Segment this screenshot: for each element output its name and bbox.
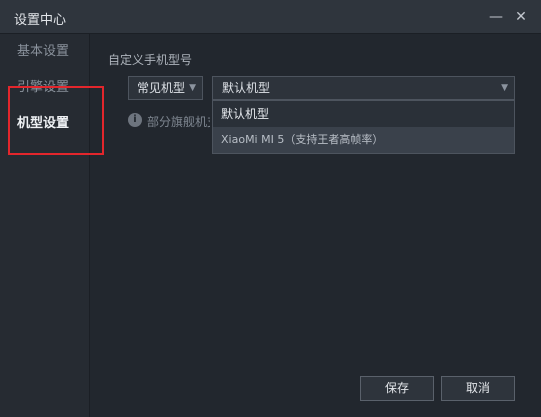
window-title: 设置中心	[14, 13, 67, 28]
chevron-down-icon: ▼	[501, 83, 508, 93]
sidebar-item-model-settings[interactable]: 机型设置	[0, 106, 89, 142]
model-type-select[interactable]: 常见机型 ▼	[128, 76, 203, 100]
dropdown-option-xiaomi-mi5[interactable]: XiaoMi MI 5（支持王者高帧率）	[213, 127, 514, 153]
section-label: 自定义手机型号	[108, 53, 193, 67]
info-text: 部分旗舰机支持	[147, 115, 210, 129]
model-dropdown-list: 默认机型 XiaoMi MI 5（支持王者高帧率）	[212, 100, 515, 154]
model-select-value: 默认机型	[222, 81, 271, 95]
sidebar-item-label: 基本设置	[17, 44, 70, 59]
minimize-icon[interactable]: —	[486, 7, 506, 27]
sidebar: 基本设置 引擎设置 机型设置	[0, 34, 90, 417]
dropdown-option-default[interactable]: 默认机型	[213, 101, 514, 127]
close-icon[interactable]: ✕	[511, 7, 531, 27]
sidebar-item-label: 引擎设置	[17, 80, 70, 95]
sidebar-item-engine-settings[interactable]: 引擎设置	[0, 70, 89, 106]
chevron-down-icon: ▼	[189, 83, 196, 93]
model-select[interactable]: 默认机型 ▼	[212, 76, 515, 100]
sidebar-item-basic-settings[interactable]: 基本设置	[0, 34, 89, 70]
model-type-value: 常见机型	[137, 81, 186, 95]
cancel-button[interactable]: 取消	[441, 376, 515, 401]
save-button[interactable]: 保存	[360, 376, 434, 401]
title-bar: 设置中心 — ✕	[0, 0, 541, 34]
info-icon: i	[128, 113, 142, 127]
sidebar-item-label: 机型设置	[17, 116, 70, 131]
